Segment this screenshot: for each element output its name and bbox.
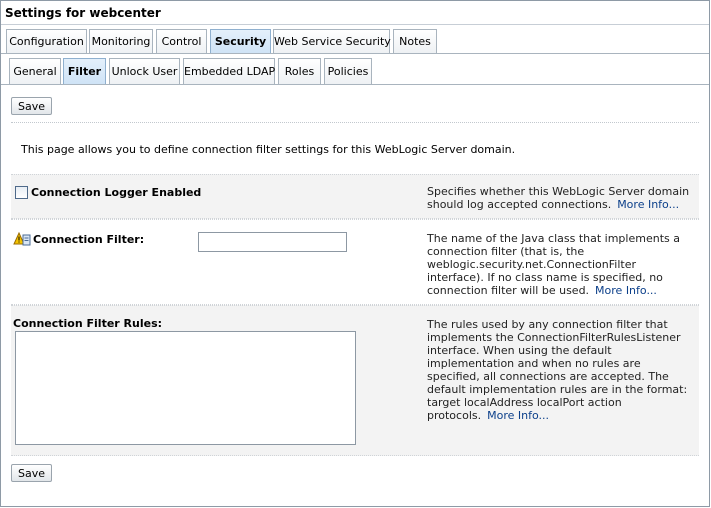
connection-filter-help: The name of the Java class that implemen…	[427, 232, 693, 297]
tab-notes[interactable]: Notes	[393, 29, 437, 53]
connection-filter-rules-textarea[interactable]	[15, 331, 356, 445]
tab-web-service-security[interactable]: Web Service Security	[273, 29, 391, 53]
subtab-general[interactable]: General	[9, 58, 61, 84]
connection-filter-rules-help-text: The rules used by any connection filter …	[427, 318, 688, 422]
subtab-roles[interactable]: Roles	[278, 58, 321, 84]
tab-security[interactable]: Security	[210, 29, 271, 53]
save-button-top[interactable]: Save	[11, 97, 53, 115]
connection-filter-section: Connection Filter: The name of the Java …	[11, 219, 699, 305]
subtab-filter[interactable]: Filter	[63, 58, 106, 84]
tab-control[interactable]: Control	[156, 29, 207, 53]
settings-panel: Settings for webcenter Configuration Mon…	[0, 0, 710, 507]
page-title: Settings for webcenter	[1, 1, 709, 25]
connection-filter-rules-more-info-link[interactable]: More Info...	[487, 409, 549, 422]
connection-filter-label: Connection Filter:	[33, 233, 145, 246]
save-button-bottom[interactable]: Save	[11, 464, 53, 482]
connection-filter-input[interactable]	[198, 232, 347, 252]
connection-logger-more-info-link[interactable]: More Info...	[617, 198, 679, 211]
subtab-divider	[1, 84, 709, 85]
tab-configuration[interactable]: Configuration	[6, 29, 87, 53]
connection-filter-rules-help: The rules used by any connection filter …	[427, 318, 693, 422]
connection-filter-rules-label: Connection Filter Rules:	[13, 317, 163, 330]
subtab-embedded-ldap[interactable]: Embedded LDAP	[183, 58, 275, 84]
connection-filter-more-info-link[interactable]: More Info...	[595, 284, 657, 297]
connection-logger-help: Specifies whether this WebLogic Server d…	[427, 185, 693, 211]
connection-logger-checkbox[interactable]	[15, 186, 28, 199]
tab-divider	[1, 53, 709, 54]
warning-icon	[13, 232, 31, 246]
separator	[11, 122, 699, 123]
connection-filter-rules-section: Connection Filter Rules: The rules used …	[11, 305, 699, 456]
subtab-policies[interactable]: Policies	[324, 58, 372, 84]
connection-logger-label: Connection Logger Enabled	[31, 186, 202, 199]
intro-text: This page allows you to define connectio…	[21, 143, 516, 156]
subtab-unlock-user[interactable]: Unlock User	[109, 58, 180, 84]
tab-monitoring[interactable]: Monitoring	[89, 29, 153, 53]
connection-logger-section: Connection Logger Enabled Specifies whet…	[11, 174, 699, 219]
